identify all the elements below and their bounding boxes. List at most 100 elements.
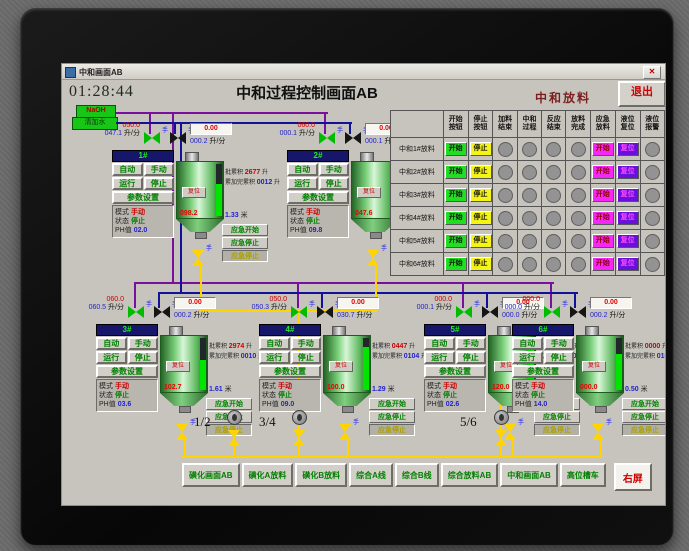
- start-button[interactable]: 开始: [444, 257, 467, 271]
- flow-display-box: 0.00: [590, 297, 632, 309]
- run-button[interactable]: 运行: [424, 351, 455, 364]
- tank-reset-button[interactable]: 复位: [329, 361, 353, 372]
- params-button[interactable]: 参数设置: [112, 191, 174, 204]
- flow-unit-label: 升/分: [524, 304, 540, 311]
- flow-display-box: 0.00: [190, 123, 232, 135]
- level-readout: 0.50 米: [625, 386, 648, 393]
- unit-status: 模式 手动 状态 停止 PH值 14.0: [512, 379, 574, 412]
- level-reset-button[interactable]: 复位: [616, 234, 639, 248]
- start-button[interactable]: 开始: [444, 188, 467, 202]
- discharge-status-table: 开始 按钮 停止 按钮 加料 结束 中和 过程 反应 结束 放料 完成 应急 放料 液位 复位…: [390, 110, 665, 276]
- emergency-start-button[interactable]: 应急开始: [222, 224, 268, 236]
- auto-button[interactable]: 自动: [287, 163, 318, 176]
- emergency-discharge-button[interactable]: 开始: [591, 257, 614, 271]
- stop-button[interactable]: 停止: [469, 257, 492, 271]
- close-icon[interactable]: ✕: [643, 66, 661, 79]
- manual-button[interactable]: 手动: [290, 337, 321, 350]
- tank-reset-button[interactable]: 复位: [357, 187, 381, 198]
- tank-reset-button[interactable]: 复位: [182, 187, 206, 198]
- nav-button[interactable]: 综合A线: [349, 463, 393, 487]
- alkali-valve-icon: 手: [319, 128, 343, 144]
- run-button[interactable]: 运行: [512, 351, 543, 364]
- acid-valve-icon: 手: [170, 128, 194, 144]
- params-button[interactable]: 参数设置: [287, 191, 349, 204]
- exit-button[interactable]: 退出: [618, 81, 665, 107]
- auto-button[interactable]: 自动: [424, 337, 455, 350]
- pump-icon: [494, 410, 509, 425]
- level-bar: [616, 338, 622, 390]
- stop-button[interactable]: 停止: [469, 188, 492, 202]
- emergency-stop-button[interactable]: 应急停止: [222, 237, 268, 249]
- emergency-discharge-button[interactable]: 开始: [591, 165, 614, 179]
- nav-button[interactable]: 磺化B放料: [295, 463, 348, 487]
- start-button[interactable]: 开始: [444, 142, 467, 156]
- params-button[interactable]: 参数设置: [259, 365, 321, 378]
- tank-value: 047.6: [355, 210, 373, 217]
- start-button[interactable]: 开始: [444, 165, 467, 179]
- level-reset-button[interactable]: 复位: [616, 257, 639, 271]
- manual-button[interactable]: 手动: [318, 163, 349, 176]
- stop-button[interactable]: 停止: [469, 142, 492, 156]
- stop-button[interactable]: 停止: [469, 234, 492, 248]
- reactor-tank: 复位 102.7: [160, 326, 208, 413]
- run-button[interactable]: 运行: [287, 177, 318, 190]
- stop-button[interactable]: 停止: [318, 177, 349, 190]
- right-screen-button[interactable]: 右屏: [613, 463, 652, 491]
- params-button[interactable]: 参数设置: [424, 365, 486, 378]
- stop-button[interactable]: 停止: [469, 211, 492, 225]
- params-button[interactable]: 参数设置: [96, 365, 158, 378]
- nav-button[interactable]: 高位槽车: [559, 463, 606, 487]
- auto-button[interactable]: 自动: [96, 337, 127, 350]
- manual-button[interactable]: 手动: [143, 163, 174, 176]
- emergency-discharge-button[interactable]: 开始: [591, 211, 614, 225]
- manual-button[interactable]: 手动: [127, 337, 158, 350]
- acid-valve-icon: 手: [317, 302, 341, 318]
- discharge-done-indicator: [570, 164, 586, 180]
- table-column-header: 加料 结束: [492, 110, 518, 138]
- level-bar: [363, 338, 369, 390]
- nav-button[interactable]: 综合放料AB: [440, 463, 499, 487]
- stop-button[interactable]: 停止: [143, 177, 174, 190]
- flow-readout-left: 000.0 000.1 升/分: [404, 296, 452, 312]
- level-reset-button[interactable]: 复位: [616, 142, 639, 156]
- manual-button[interactable]: 手动: [543, 337, 574, 350]
- start-button[interactable]: 开始: [444, 234, 467, 248]
- auto-button[interactable]: 自动: [512, 337, 543, 350]
- stop-button[interactable]: 停止: [469, 165, 492, 179]
- run-button[interactable]: 运行: [112, 177, 143, 190]
- nav-button[interactable]: 磺化A放料: [241, 463, 294, 487]
- reactor-unit: 050.0 047.1 升/分 手 手 0.00 000.2 升/分 1# 自动…: [92, 122, 280, 272]
- emergency-start-button[interactable]: 应急开始: [622, 398, 665, 410]
- neutralize-indicator: [521, 210, 537, 226]
- auto-button[interactable]: 自动: [259, 337, 290, 350]
- params-button[interactable]: 参数设置: [512, 365, 574, 378]
- tank-reset-button[interactable]: 复位: [582, 361, 606, 372]
- emergency-discharge-button[interactable]: 开始: [591, 234, 614, 248]
- level-reset-button[interactable]: 复位: [616, 188, 639, 202]
- stop-button[interactable]: 停止: [127, 351, 158, 364]
- stop-button[interactable]: 停止: [455, 351, 486, 364]
- table-column-header: 开始 按钮: [442, 110, 469, 138]
- stop-button[interactable]: 停止: [290, 351, 321, 364]
- nav-button[interactable]: 综合B线: [394, 463, 439, 487]
- run-button[interactable]: 运行: [259, 351, 290, 364]
- stop-button[interactable]: 停止: [543, 351, 574, 364]
- emergency-discharge-button[interactable]: 开始: [591, 188, 614, 202]
- emergency-stop-button-2[interactable]: 应急停止: [222, 250, 268, 262]
- emergency-discharge-button[interactable]: 开始: [591, 142, 614, 156]
- flow-value: 000.1: [279, 130, 298, 137]
- nav-button[interactable]: 中和画面AB: [500, 463, 558, 487]
- level-reset-button[interactable]: 复位: [616, 211, 639, 225]
- emergency-stop-button[interactable]: 应急停止: [622, 411, 665, 423]
- start-button[interactable]: 开始: [444, 211, 467, 225]
- discharge-valve-icon: 手: [592, 420, 612, 440]
- run-button[interactable]: 运行: [96, 351, 127, 364]
- auto-button[interactable]: 自动: [112, 163, 143, 176]
- nav-button[interactable]: 磺化画面AB: [182, 463, 240, 487]
- manual-button[interactable]: 手动: [455, 337, 486, 350]
- level-reset-button[interactable]: 复位: [616, 165, 639, 179]
- emergency-stop-button-2[interactable]: 应急停止: [622, 424, 665, 436]
- window-titlebar: 中和画面AB ✕: [62, 64, 665, 80]
- unit-control-panel: 5# 自动 手动 运行 停止 参数设置 模式 手动 状态 停止 PH值 02.6: [424, 324, 486, 412]
- tank-reset-button[interactable]: 复位: [166, 361, 190, 372]
